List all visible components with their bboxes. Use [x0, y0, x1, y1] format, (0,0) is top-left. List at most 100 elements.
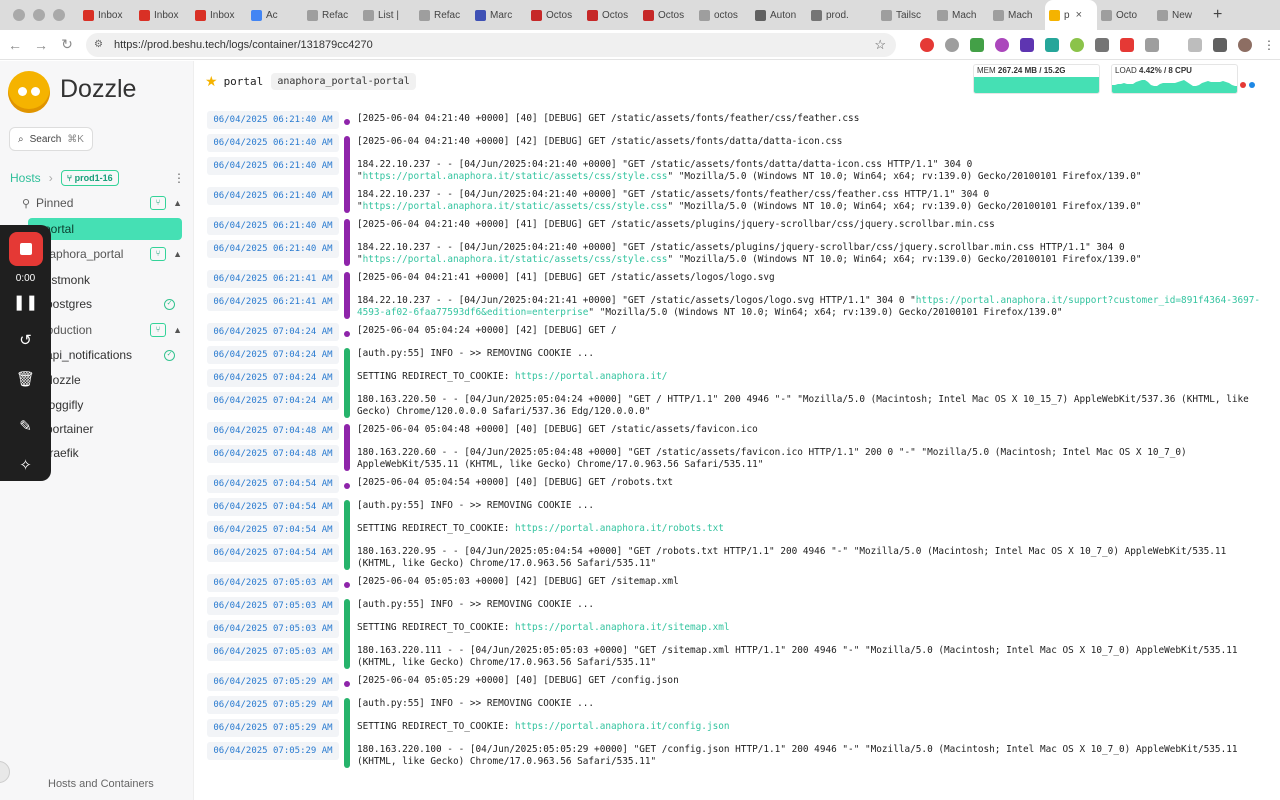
trash-icon[interactable]: 🗑	[0, 370, 51, 388]
sidebar-item-postgres[interactable]: postgres ✓	[38, 293, 183, 315]
pin-star-icon[interactable]: ★	[205, 73, 218, 90]
extension-icon[interactable]	[1145, 37, 1159, 52]
log-timestamp[interactable]: 06/04/2025 06:21:40 AM	[207, 240, 339, 258]
log-link[interactable]: https://portal.anaphora.it/config.json	[515, 721, 729, 732]
host-badge[interactable]: ⑂ prod1-16	[60, 170, 119, 186]
sidebar-item-loggifly[interactable]: loggifly	[38, 394, 183, 416]
browser-tab[interactable]: Marc	[471, 0, 527, 30]
browser-tab[interactable]: Octos	[639, 0, 695, 30]
chevron-up-icon[interactable]: ▲	[170, 325, 182, 335]
log-viewer[interactable]: 06/04/2025 06:21:40 AM [2025-06-04 04:21:…	[195, 101, 1280, 800]
log-timestamp[interactable]: 06/04/2025 07:04:24 AM	[207, 392, 339, 410]
browser-tab[interactable]: Mach	[989, 0, 1045, 30]
log-line[interactable]: 180.163.220.111 - - [04/Jun/2025:05:05:0…	[357, 645, 1267, 669]
log-line[interactable]: 180.163.220.95 - - [04/Jun/2025:05:04:54…	[357, 546, 1267, 570]
log-timestamp[interactable]: 06/04/2025 07:05:29 AM	[207, 673, 339, 691]
log-timestamp[interactable]: 06/04/2025 06:21:41 AM	[207, 270, 339, 288]
side-panel-icon[interactable]	[1213, 37, 1227, 52]
browser-tab[interactable]: Refac	[303, 0, 359, 30]
chevron-up-icon[interactable]: ▲	[170, 198, 182, 208]
log-link[interactable]: https://portal.anaphora.it/static/assets…	[363, 254, 668, 265]
browser-tab[interactable]: New	[1153, 0, 1209, 30]
log-line[interactable]: [2025-06-04 05:04:48 +0000] [40] [DEBUG]…	[357, 424, 1267, 436]
maximize-window-button[interactable]	[53, 9, 65, 21]
log-line[interactable]: [2025-06-04 05:05:29 +0000] [40] [DEBUG]…	[357, 675, 1267, 687]
log-timestamp[interactable]: 06/04/2025 07:04:54 AM	[207, 475, 339, 493]
pause-icon[interactable]: ❚❚	[0, 293, 51, 311]
browser-tab[interactable]: p ×	[1045, 0, 1097, 30]
browser-tab[interactable]: List |	[359, 0, 415, 30]
extension-icon[interactable]	[970, 37, 984, 52]
browser-menu-icon[interactable]: ⋮	[1263, 38, 1275, 52]
log-line[interactable]: SETTING REDIRECT_TO_COOKIE: https://port…	[357, 371, 1267, 383]
browser-tab[interactable]: Inbox	[135, 0, 191, 30]
site-settings-icon[interactable]: ⚙	[94, 39, 108, 50]
draw-icon[interactable]: ✎	[0, 417, 51, 435]
log-timestamp[interactable]: 06/04/2025 06:21:40 AM	[207, 217, 339, 235]
log-timestamp[interactable]: 06/04/2025 07:05:03 AM	[207, 597, 339, 615]
browser-tab[interactable]: Mach	[933, 0, 989, 30]
profile-avatar[interactable]	[1238, 37, 1252, 52]
dozzle-logo[interactable]	[8, 71, 50, 113]
sidebar-item-listmonk[interactable]: listmonk	[38, 269, 183, 291]
log-line[interactable]: 184.22.10.237 - - [04/Jun/2025:04:21:40 …	[357, 189, 1267, 213]
extension-icon[interactable]	[1045, 37, 1059, 52]
log-line[interactable]: 180.163.220.100 - - [04/Jun/2025:05:05:2…	[357, 744, 1267, 768]
browser-tab[interactable]: Auton	[751, 0, 807, 30]
log-timestamp[interactable]: 06/04/2025 07:05:03 AM	[207, 574, 339, 592]
browser-tab[interactable]: Inbox	[191, 0, 247, 30]
log-line[interactable]: [2025-06-04 05:04:24 +0000] [42] [DEBUG]…	[357, 325, 1267, 337]
extension-icon[interactable]	[920, 37, 934, 52]
browser-tab[interactable]: Octos	[583, 0, 639, 30]
log-timestamp[interactable]: 06/04/2025 07:05:03 AM	[207, 620, 339, 638]
cursor-effect-icon[interactable]: ✧	[0, 456, 51, 474]
sidebar-item-traefik[interactable]: traefik	[38, 442, 183, 464]
log-timestamp[interactable]: 06/04/2025 07:05:29 AM	[207, 742, 339, 760]
log-line[interactable]: [2025-06-04 04:21:40 +0000] [42] [DEBUG]…	[357, 136, 1267, 148]
forward-icon[interactable]: →	[28, 37, 54, 53]
log-timestamp[interactable]: 06/04/2025 07:04:24 AM	[207, 323, 339, 341]
sidebar-item-dozzle[interactable]: dozzle	[38, 369, 183, 391]
log-timestamp[interactable]: 06/04/2025 07:05:29 AM	[207, 696, 339, 714]
log-timestamp[interactable]: 06/04/2025 07:04:54 AM	[207, 544, 339, 562]
extension-icon[interactable]	[995, 37, 1009, 52]
stop-recording-button[interactable]	[9, 232, 43, 266]
browser-tab[interactable]: Octos	[527, 0, 583, 30]
log-line[interactable]: 184.22.10.237 - - [04/Jun/2025:04:21:40 …	[357, 242, 1267, 266]
log-link[interactable]: https://portal.anaphora.it/static/assets…	[363, 171, 668, 182]
log-line[interactable]: SETTING REDIRECT_TO_COOKIE: https://port…	[357, 721, 1267, 733]
log-link[interactable]: https://portal.anaphora.it/robots.txt	[515, 523, 724, 534]
bookmark-star-icon[interactable]: ☆	[874, 37, 886, 53]
log-line[interactable]: [2025-06-04 04:21:40 +0000] [41] [DEBUG]…	[357, 219, 1267, 231]
browser-tab[interactable]: octos	[695, 0, 751, 30]
browser-tab[interactable]: prod.	[807, 0, 877, 30]
extensions-puzzle-icon[interactable]	[1188, 37, 1202, 52]
back-icon[interactable]: ←	[2, 37, 28, 53]
log-timestamp[interactable]: 06/04/2025 06:21:40 AM	[207, 111, 339, 129]
log-timestamp[interactable]: 06/04/2025 06:21:40 AM	[207, 134, 339, 152]
close-window-button[interactable]	[13, 9, 25, 21]
log-line[interactable]: [2025-06-04 04:21:40 +0000] [40] [DEBUG]…	[357, 113, 1267, 125]
log-line[interactable]: 184.22.10.237 - - [04/Jun/2025:04:21:40 …	[357, 159, 1267, 183]
log-line[interactable]: 180.163.220.60 - - [04/Jun/2025:05:04:48…	[357, 447, 1267, 471]
log-line[interactable]: [2025-06-04 04:21:41 +0000] [41] [DEBUG]…	[357, 272, 1267, 284]
log-link[interactable]: https://portal.anaphora.it/	[515, 371, 667, 382]
log-link[interactable]: https://portal.anaphora.it/static/assets…	[363, 201, 668, 212]
log-line[interactable]: 180.163.220.50 - - [04/Jun/2025:05:04:24…	[357, 394, 1267, 418]
log-line[interactable]: [auth.py:55] INFO - >> REMOVING COOKIE .…	[357, 698, 1267, 710]
log-timestamp[interactable]: 06/04/2025 06:21:40 AM	[207, 157, 339, 175]
sidebar-item-portal[interactable]: portal	[28, 218, 182, 240]
log-timestamp[interactable]: 06/04/2025 07:04:54 AM	[207, 521, 339, 539]
address-bar[interactable]: ⚙ https://prod.beshu.tech/logs/container…	[86, 32, 896, 57]
log-line[interactable]: 184.22.10.237 - - [04/Jun/2025:04:21:41 …	[357, 295, 1267, 319]
sidebar-group-pinned[interactable]: ⚲ Pinned ⑂ ▲	[22, 196, 182, 210]
group-merge-button[interactable]: ⑂	[150, 323, 166, 337]
extension-icon[interactable]	[1070, 37, 1084, 52]
chevron-up-icon[interactable]: ▲	[170, 249, 182, 259]
more-vertical-icon[interactable]: ⋮	[173, 171, 185, 185]
browser-tab[interactable]: Octo	[1097, 0, 1153, 30]
close-tab-icon[interactable]: ×	[1076, 9, 1082, 21]
log-timestamp[interactable]: 06/04/2025 06:21:40 AM	[207, 187, 339, 205]
collapse-handle[interactable]	[0, 761, 10, 783]
sidebar-item-portainer[interactable]: portainer	[38, 418, 183, 440]
